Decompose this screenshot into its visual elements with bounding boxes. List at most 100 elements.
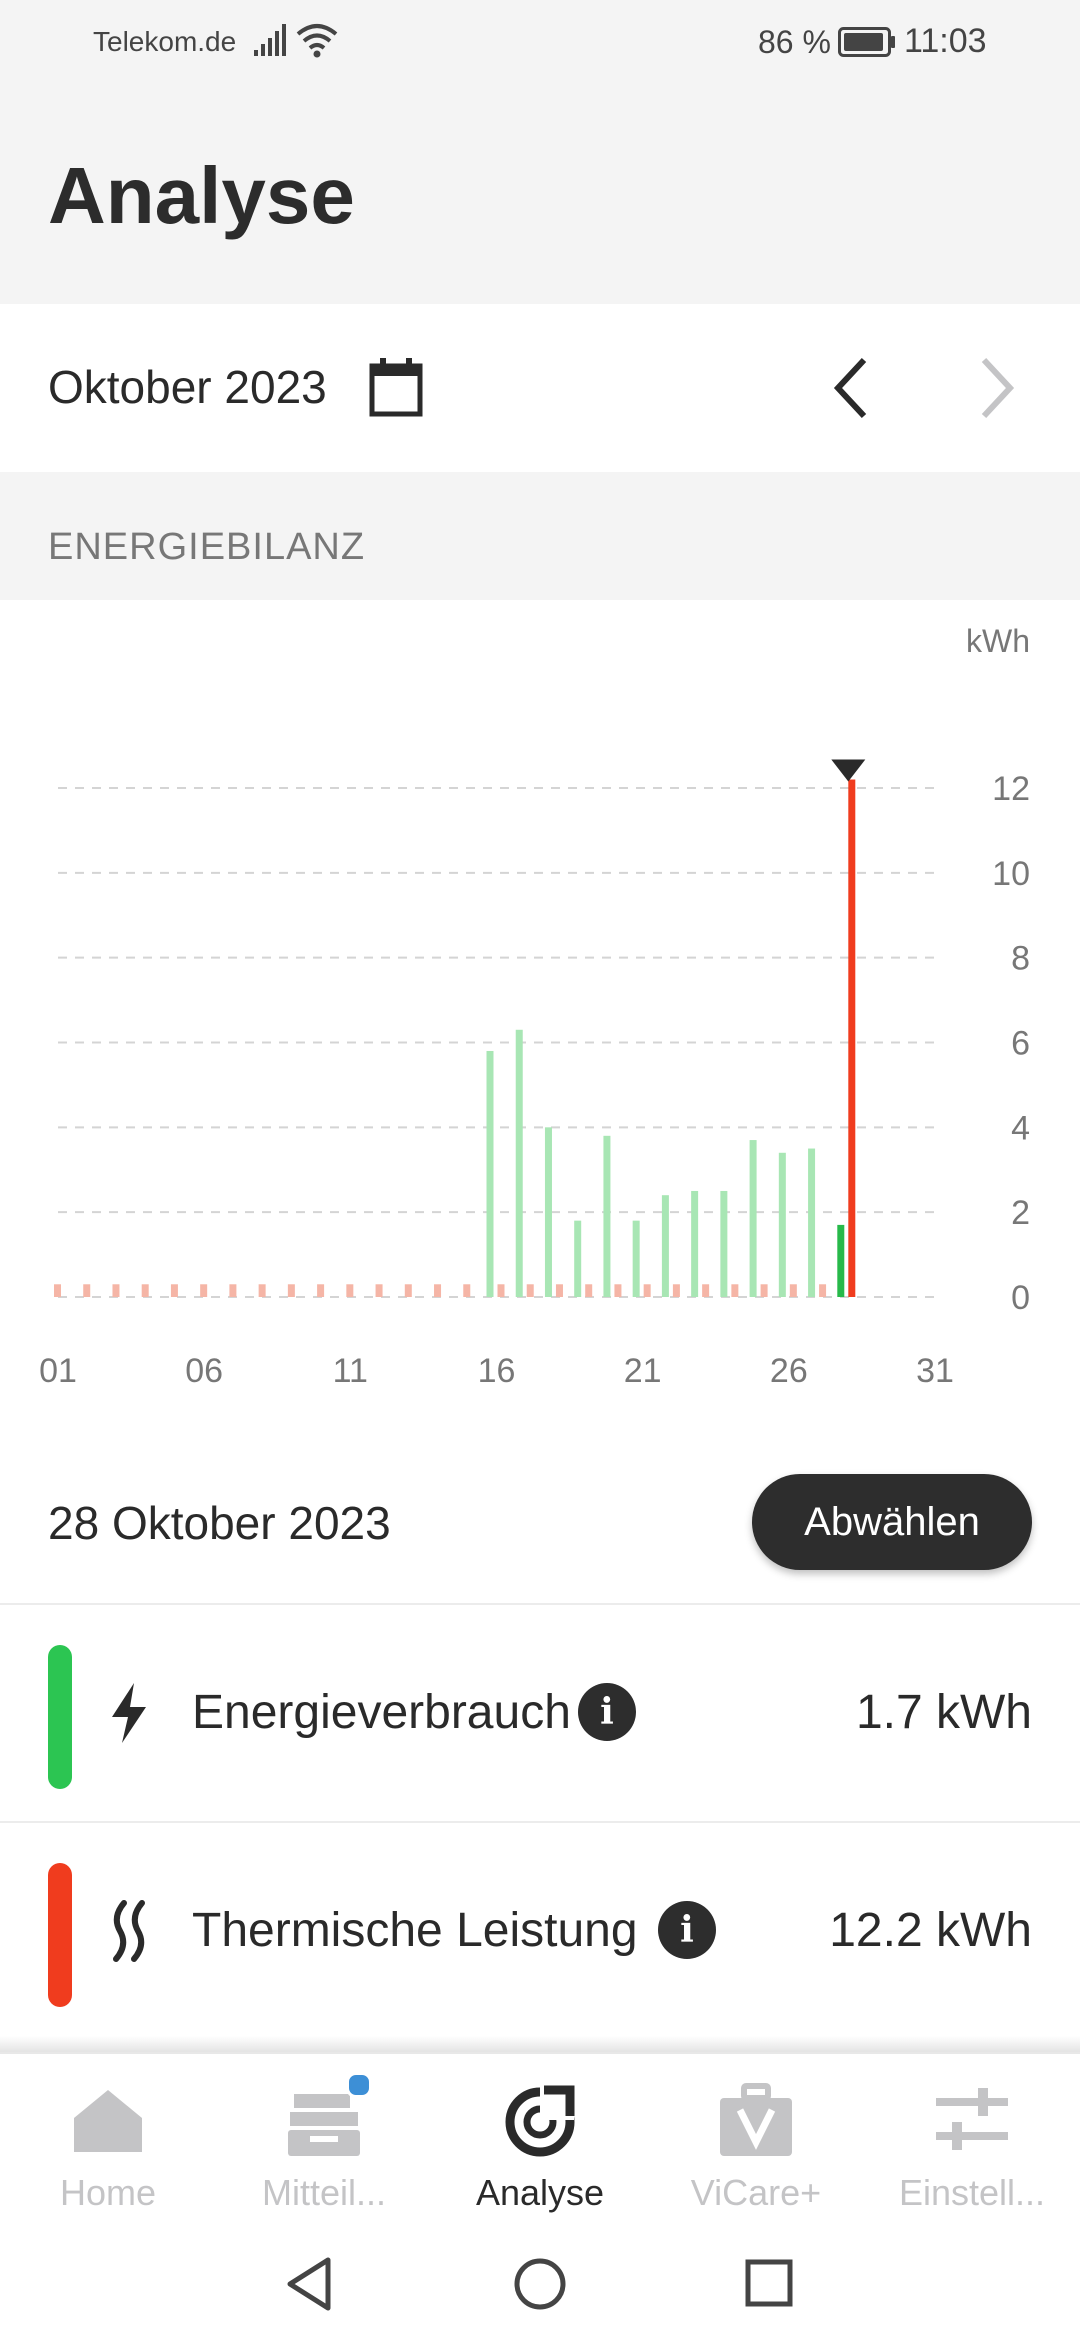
- wifi-icon: [296, 24, 338, 58]
- thermal-output-bar[interactable]: [585, 1284, 593, 1297]
- selected-date: 28 Oktober 2023: [48, 1497, 391, 1549]
- previous-month-button[interactable]: [820, 352, 888, 424]
- thermal-output-bar[interactable]: [375, 1284, 383, 1297]
- thermal-output-bar[interactable]: [141, 1284, 149, 1297]
- thermal-output-bar[interactable]: [463, 1284, 471, 1297]
- deselect-button[interactable]: Abwählen: [752, 1474, 1032, 1570]
- thermal-output-bar[interactable]: [555, 1284, 563, 1297]
- energy-consumption-bar[interactable]: [837, 1224, 845, 1297]
- x-tick-label: 16: [478, 1352, 516, 1390]
- y-tick-label: 6: [1011, 1025, 1030, 1063]
- thermal-output-bar[interactable]: [819, 1284, 827, 1297]
- system-navigation: [0, 2236, 1080, 2340]
- battery-percent: 86 %: [758, 24, 831, 60]
- metric-label: Thermische Leistung: [192, 1904, 638, 1957]
- y-axis-unit-label: kWh: [966, 623, 1030, 659]
- energy-consumption-bar[interactable]: [603, 1135, 611, 1297]
- thermal-output-color-bar: [48, 1863, 72, 2007]
- energy-consumption-bar[interactable]: [778, 1152, 786, 1297]
- energy-consumption-bar[interactable]: [720, 1190, 728, 1297]
- page-header: Analyse: [0, 88, 1080, 304]
- thermal-output-bar[interactable]: [614, 1284, 622, 1297]
- metric-energy-consumption: Energieverbrauch i 1.7 kWh: [0, 1605, 1080, 1821]
- thermal-output-bar[interactable]: [497, 1284, 505, 1297]
- thermal-output-bar[interactable]: [346, 1284, 354, 1297]
- settings-sliders-icon: [936, 2088, 1008, 2150]
- thermal-output-bar[interactable]: [848, 779, 856, 1297]
- vicare-plus-icon: [720, 2083, 792, 2156]
- y-tick-label: 8: [1011, 940, 1030, 978]
- energy-consumption-bar[interactable]: [691, 1190, 699, 1297]
- nav-analysis[interactable]: Analyse: [432, 2054, 648, 2238]
- unread-badge: [346, 2072, 372, 2098]
- nav-label: ViCare+: [690, 2172, 822, 2213]
- thermal-output-bar[interactable]: [434, 1284, 442, 1297]
- carrier-label: Telekom.de: [93, 26, 237, 57]
- info-icon[interactable]: i: [578, 1683, 636, 1741]
- thermal-output-bar[interactable]: [702, 1284, 710, 1297]
- thermal-output-bar[interactable]: [170, 1284, 178, 1297]
- nav-messages[interactable]: Mitteil...: [216, 2054, 432, 2238]
- period-selector: Oktober 2023: [0, 304, 1080, 472]
- thermal-output-bar[interactable]: [404, 1284, 412, 1297]
- page-title: Analyse: [48, 151, 355, 240]
- metric-thermal-output: Thermische Leistung i 12.2 kWh: [0, 1823, 1080, 2039]
- energy-consumption-color-bar: [48, 1645, 72, 1789]
- battery-icon: [838, 27, 895, 57]
- thermal-output-bar[interactable]: [200, 1284, 208, 1297]
- thermal-output-bar[interactable]: [672, 1284, 680, 1297]
- thermal-output-bar[interactable]: [317, 1284, 325, 1297]
- y-tick-label: 2: [1011, 1194, 1030, 1232]
- clock: 11:03: [904, 22, 987, 60]
- x-tick-label: 26: [770, 1352, 808, 1390]
- thermal-output-bar[interactable]: [760, 1284, 768, 1297]
- energy-consumption-bar[interactable]: [515, 1029, 523, 1297]
- thermal-output-bar[interactable]: [731, 1284, 739, 1297]
- info-icon[interactable]: i: [658, 1901, 716, 1959]
- thermal-output-bar[interactable]: [789, 1284, 797, 1297]
- thermal-output-bar[interactable]: [83, 1284, 91, 1297]
- energy-consumption-bar[interactable]: [486, 1050, 494, 1297]
- nav-label: Analyse: [475, 2172, 605, 2213]
- x-tick-label: 11: [333, 1352, 368, 1390]
- energy-balance-chart[interactable]: kWh 0 2 4 6 8 10 12 01 06 11 16 21 26 31: [0, 600, 1080, 1440]
- chart-svg[interactable]: kWh 0 2 4 6 8 10 12 01 06 11 16 21 26 31: [0, 600, 1080, 1440]
- thermal-output-bar[interactable]: [526, 1284, 534, 1297]
- thermal-output-bar[interactable]: [643, 1284, 651, 1297]
- thermal-output-bar[interactable]: [54, 1284, 61, 1297]
- nav-shadow: [0, 2036, 1080, 2052]
- selection-marker-icon: [831, 759, 866, 782]
- signal-icon: [254, 24, 286, 56]
- x-tick-label: 01: [39, 1352, 77, 1390]
- energy-consumption-bar[interactable]: [632, 1220, 640, 1297]
- section-header: ENERGIEBILANZ: [0, 472, 1080, 600]
- energy-consumption-bar[interactable]: [544, 1127, 552, 1297]
- period-label[interactable]: Oktober 2023: [48, 360, 327, 414]
- energy-consumption-bar[interactable]: [749, 1140, 757, 1297]
- lightning-icon: [112, 1683, 146, 1743]
- y-tick-label: 12: [992, 770, 1030, 808]
- metric-label: Energieverbrauch: [192, 1686, 571, 1739]
- nav-label: Home: [59, 2172, 157, 2213]
- y-tick-label: 4: [1011, 1109, 1030, 1147]
- x-tick-label: 06: [185, 1352, 223, 1390]
- x-tick-label: 31: [916, 1352, 954, 1390]
- thermal-output-bar[interactable]: [258, 1284, 266, 1297]
- calendar-icon[interactable]: [368, 358, 424, 418]
- energy-consumption-bar[interactable]: [808, 1148, 816, 1297]
- home-circle-icon[interactable]: [512, 2254, 568, 2314]
- next-month-button[interactable]: [960, 352, 1028, 424]
- metric-value: 12.2 kWh: [829, 1904, 1032, 1957]
- nav-vicare-plus[interactable]: ViCare+: [648, 2054, 864, 2238]
- energy-consumption-bar[interactable]: [661, 1195, 669, 1297]
- thermal-output-bar[interactable]: [287, 1284, 295, 1297]
- selection-row: 28 Oktober 2023 Abwählen: [0, 1440, 1080, 1604]
- nav-settings[interactable]: Einstell...: [864, 2054, 1080, 2238]
- thermal-output-bar[interactable]: [229, 1284, 237, 1297]
- back-icon[interactable]: [282, 2254, 338, 2314]
- metric-value: 1.7 kWh: [855, 1686, 1032, 1739]
- thermal-output-bar[interactable]: [112, 1284, 120, 1297]
- nav-home[interactable]: Home: [0, 2054, 216, 2238]
- recents-icon[interactable]: [742, 2254, 798, 2314]
- energy-consumption-bar[interactable]: [574, 1220, 582, 1297]
